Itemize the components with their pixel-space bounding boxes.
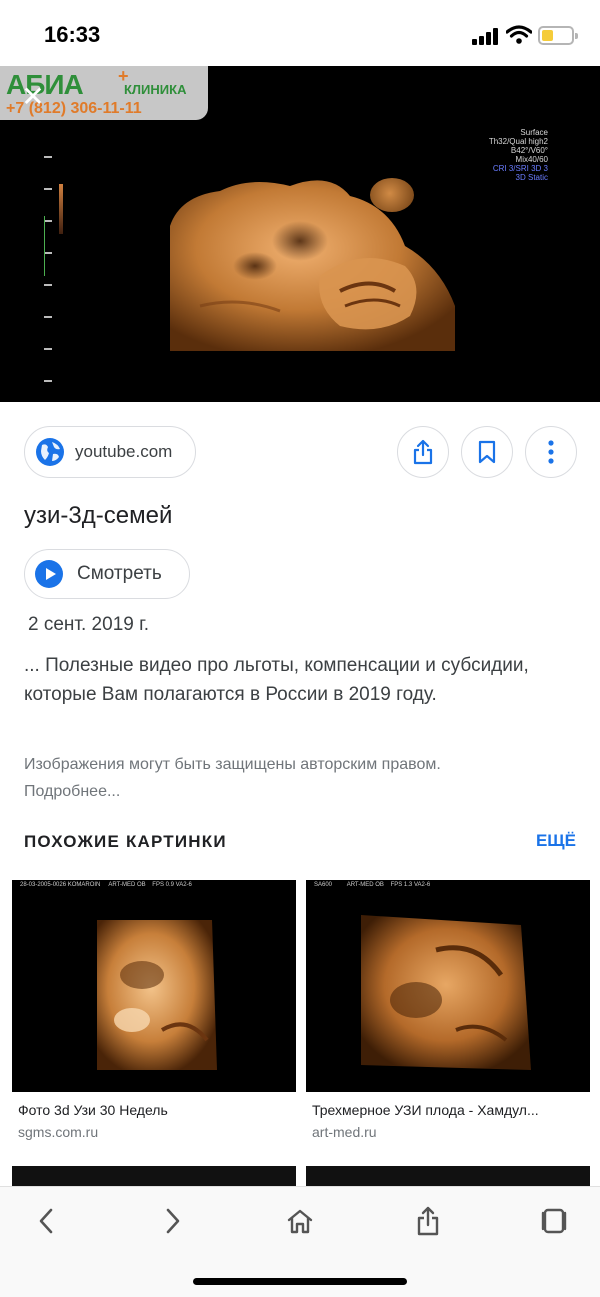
- source-link[interactable]: youtube.com: [24, 426, 196, 478]
- related-image-caption: Фото 3d Узи 30 Недель: [18, 1102, 168, 1118]
- related-image-card[interactable]: SA600 ART-MED OB FPS 1.3 VA2-6 Трехмерно…: [306, 880, 590, 1140]
- watch-label: Смотреть: [77, 563, 162, 584]
- ultrasound-render: [170, 180, 455, 351]
- related-image-site: sgms.com.ru: [18, 1124, 99, 1140]
- share-button[interactable]: [397, 426, 449, 478]
- share-icon: [417, 1206, 439, 1236]
- globe-icon: [36, 438, 64, 466]
- play-icon: [35, 560, 63, 588]
- home-indicator[interactable]: [193, 1278, 407, 1285]
- color-scale: [59, 184, 63, 234]
- tabs-icon: [541, 1208, 567, 1234]
- scanner-settings: Surface Th32/Qual high2 B42°/V60° Mix40/…: [488, 128, 548, 182]
- close-icon[interactable]: ✕: [18, 82, 48, 112]
- ultrasound-artifact: [370, 178, 414, 212]
- home-button[interactable]: [278, 1199, 322, 1243]
- more-options-button[interactable]: [525, 426, 577, 478]
- related-image-thumbnail: SA600 ART-MED OB FPS 1.3 VA2-6: [306, 880, 590, 1092]
- depth-scale: [44, 156, 54, 402]
- result-date: 2 сент. 2019 г.: [28, 614, 149, 635]
- wifi-icon: [506, 25, 532, 44]
- tabs-button[interactable]: [532, 1199, 576, 1243]
- forward-icon: [166, 1208, 180, 1234]
- related-images-heading: ПОХОЖИЕ КАРТИНКИ: [24, 832, 227, 851]
- related-image-site: art-med.ru: [312, 1124, 377, 1140]
- more-vert-icon: [548, 440, 554, 464]
- related-image-thumbnail: 28-03-2005-0026 KOMAROIN ART-MED OB FPS …: [12, 880, 296, 1092]
- source-domain: youtube.com: [75, 442, 173, 461]
- back-icon: [39, 1208, 53, 1234]
- result-snippet: ... Полезные видео про льготы, компенсац…: [24, 655, 529, 705]
- gain-indicator: [44, 216, 54, 276]
- more-link[interactable]: ЕЩЁ: [536, 831, 576, 851]
- related-image-thumbnail-partial[interactable]: [12, 1166, 296, 1188]
- related-image-caption: Трехмерное УЗИ плода - Хамдул...: [312, 1102, 539, 1118]
- home-icon: [287, 1209, 313, 1234]
- watch-button[interactable]: Смотреть: [24, 549, 190, 599]
- status-time: 16:33: [44, 22, 101, 47]
- result-title[interactable]: узи-3д-семей: [24, 502, 172, 530]
- status-bar: 16:33: [0, 0, 600, 66]
- save-button[interactable]: [461, 426, 513, 478]
- share-icon: [413, 439, 433, 465]
- related-image-thumbnail-partial[interactable]: [306, 1166, 590, 1188]
- battery-icon: [538, 26, 578, 45]
- forward-button[interactable]: [151, 1199, 195, 1243]
- related-image-card[interactable]: 28-03-2005-0026 KOMAROIN ART-MED OB FPS …: [12, 880, 296, 1140]
- cellular-signal-icon: [472, 27, 500, 45]
- copyright-notice[interactable]: Изображения могут быть защищены авторски…: [24, 751, 474, 805]
- back-button[interactable]: [24, 1199, 68, 1243]
- share-page-button[interactable]: [406, 1199, 450, 1243]
- bookmark-icon: [478, 440, 496, 464]
